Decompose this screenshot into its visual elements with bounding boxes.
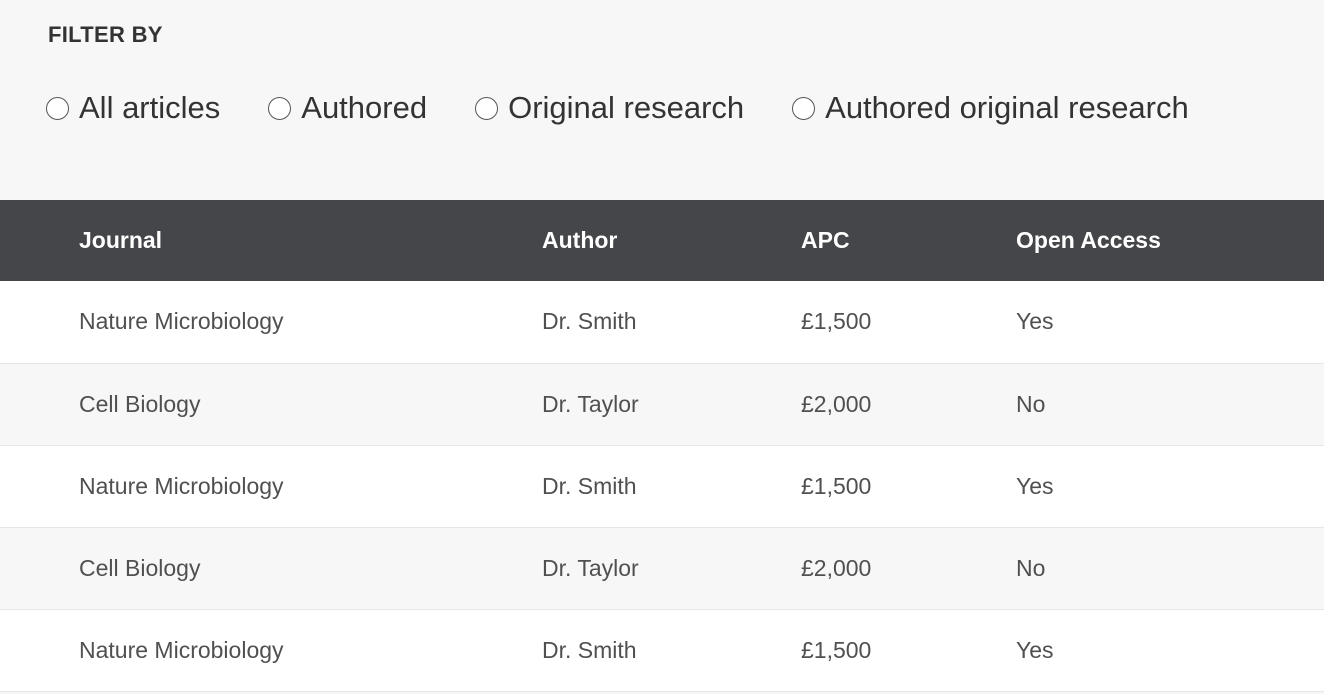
- cell-apc: £1,500: [801, 472, 872, 499]
- column-header-apc[interactable]: APC: [801, 200, 1016, 281]
- cell-open-access: No: [1016, 390, 1046, 417]
- radio-option-original-research[interactable]: Original research: [475, 90, 744, 126]
- column-header-journal[interactable]: Journal: [0, 200, 542, 281]
- filter-title: FILTER BY: [48, 22, 163, 47]
- cell-apc: £2,000: [801, 554, 872, 581]
- cell-journal: Nature Microbiology: [79, 308, 284, 335]
- radio-button-original-research[interactable]: [475, 96, 499, 120]
- column-header-open-access[interactable]: Open Access: [1016, 200, 1324, 281]
- cell-open-access: Yes: [1016, 472, 1054, 499]
- filter-radio-group: All articles Authored Original research …: [46, 88, 1189, 128]
- table-row: Cell Biology Dr. Taylor £2,000 No: [0, 527, 1324, 609]
- cell-journal: Nature Microbiology: [79, 636, 284, 663]
- filter-panel: FILTER BY All articles Authored Original…: [0, 0, 1324, 200]
- table-row: Nature Microbiology Dr. Smith £1,500 Yes: [0, 445, 1324, 527]
- cell-journal: Nature Microbiology: [79, 472, 284, 499]
- cell-journal: Cell Biology: [79, 554, 201, 581]
- radio-button-authored-original-research[interactable]: [792, 96, 816, 120]
- column-header-author[interactable]: Author: [542, 200, 801, 281]
- radio-button-all-articles[interactable]: [46, 96, 69, 120]
- articles-table: Journal Author APC Open Access Nature Mi…: [0, 200, 1324, 692]
- table-header-row: Journal Author APC Open Access: [0, 200, 1324, 281]
- cell-author: Dr. Taylor: [542, 390, 639, 417]
- radio-label-authored-original-research[interactable]: Authored original research: [825, 90, 1189, 126]
- cell-author: Dr. Smith: [542, 636, 637, 663]
- radio-option-authored-original-research[interactable]: Authored original research: [792, 90, 1189, 126]
- radio-label-all-articles[interactable]: All articles: [79, 90, 220, 126]
- radio-label-original-research[interactable]: Original research: [508, 90, 744, 126]
- cell-author: Dr. Smith: [542, 308, 637, 335]
- radio-label-authored[interactable]: Authored: [301, 90, 427, 126]
- radio-option-all-articles[interactable]: All articles: [46, 90, 220, 126]
- cell-apc: £1,500: [801, 636, 872, 663]
- table-row: Cell Biology Dr. Taylor £2,000 No: [0, 363, 1324, 445]
- cell-journal: Cell Biology: [79, 390, 201, 417]
- table-row: Nature Microbiology Dr. Smith £1,500 Yes: [0, 281, 1324, 363]
- cell-open-access: No: [1016, 554, 1046, 581]
- radio-button-authored[interactable]: [268, 96, 292, 120]
- cell-author: Dr. Smith: [542, 472, 637, 499]
- cell-open-access: Yes: [1016, 308, 1054, 335]
- radio-option-authored[interactable]: Authored: [268, 90, 427, 126]
- table-row: Nature Microbiology Dr. Smith £1,500 Yes: [0, 609, 1324, 691]
- cell-open-access: Yes: [1016, 636, 1054, 663]
- cell-apc: £1,500: [801, 308, 872, 335]
- cell-author: Dr. Taylor: [542, 554, 639, 581]
- cell-apc: £2,000: [801, 390, 872, 417]
